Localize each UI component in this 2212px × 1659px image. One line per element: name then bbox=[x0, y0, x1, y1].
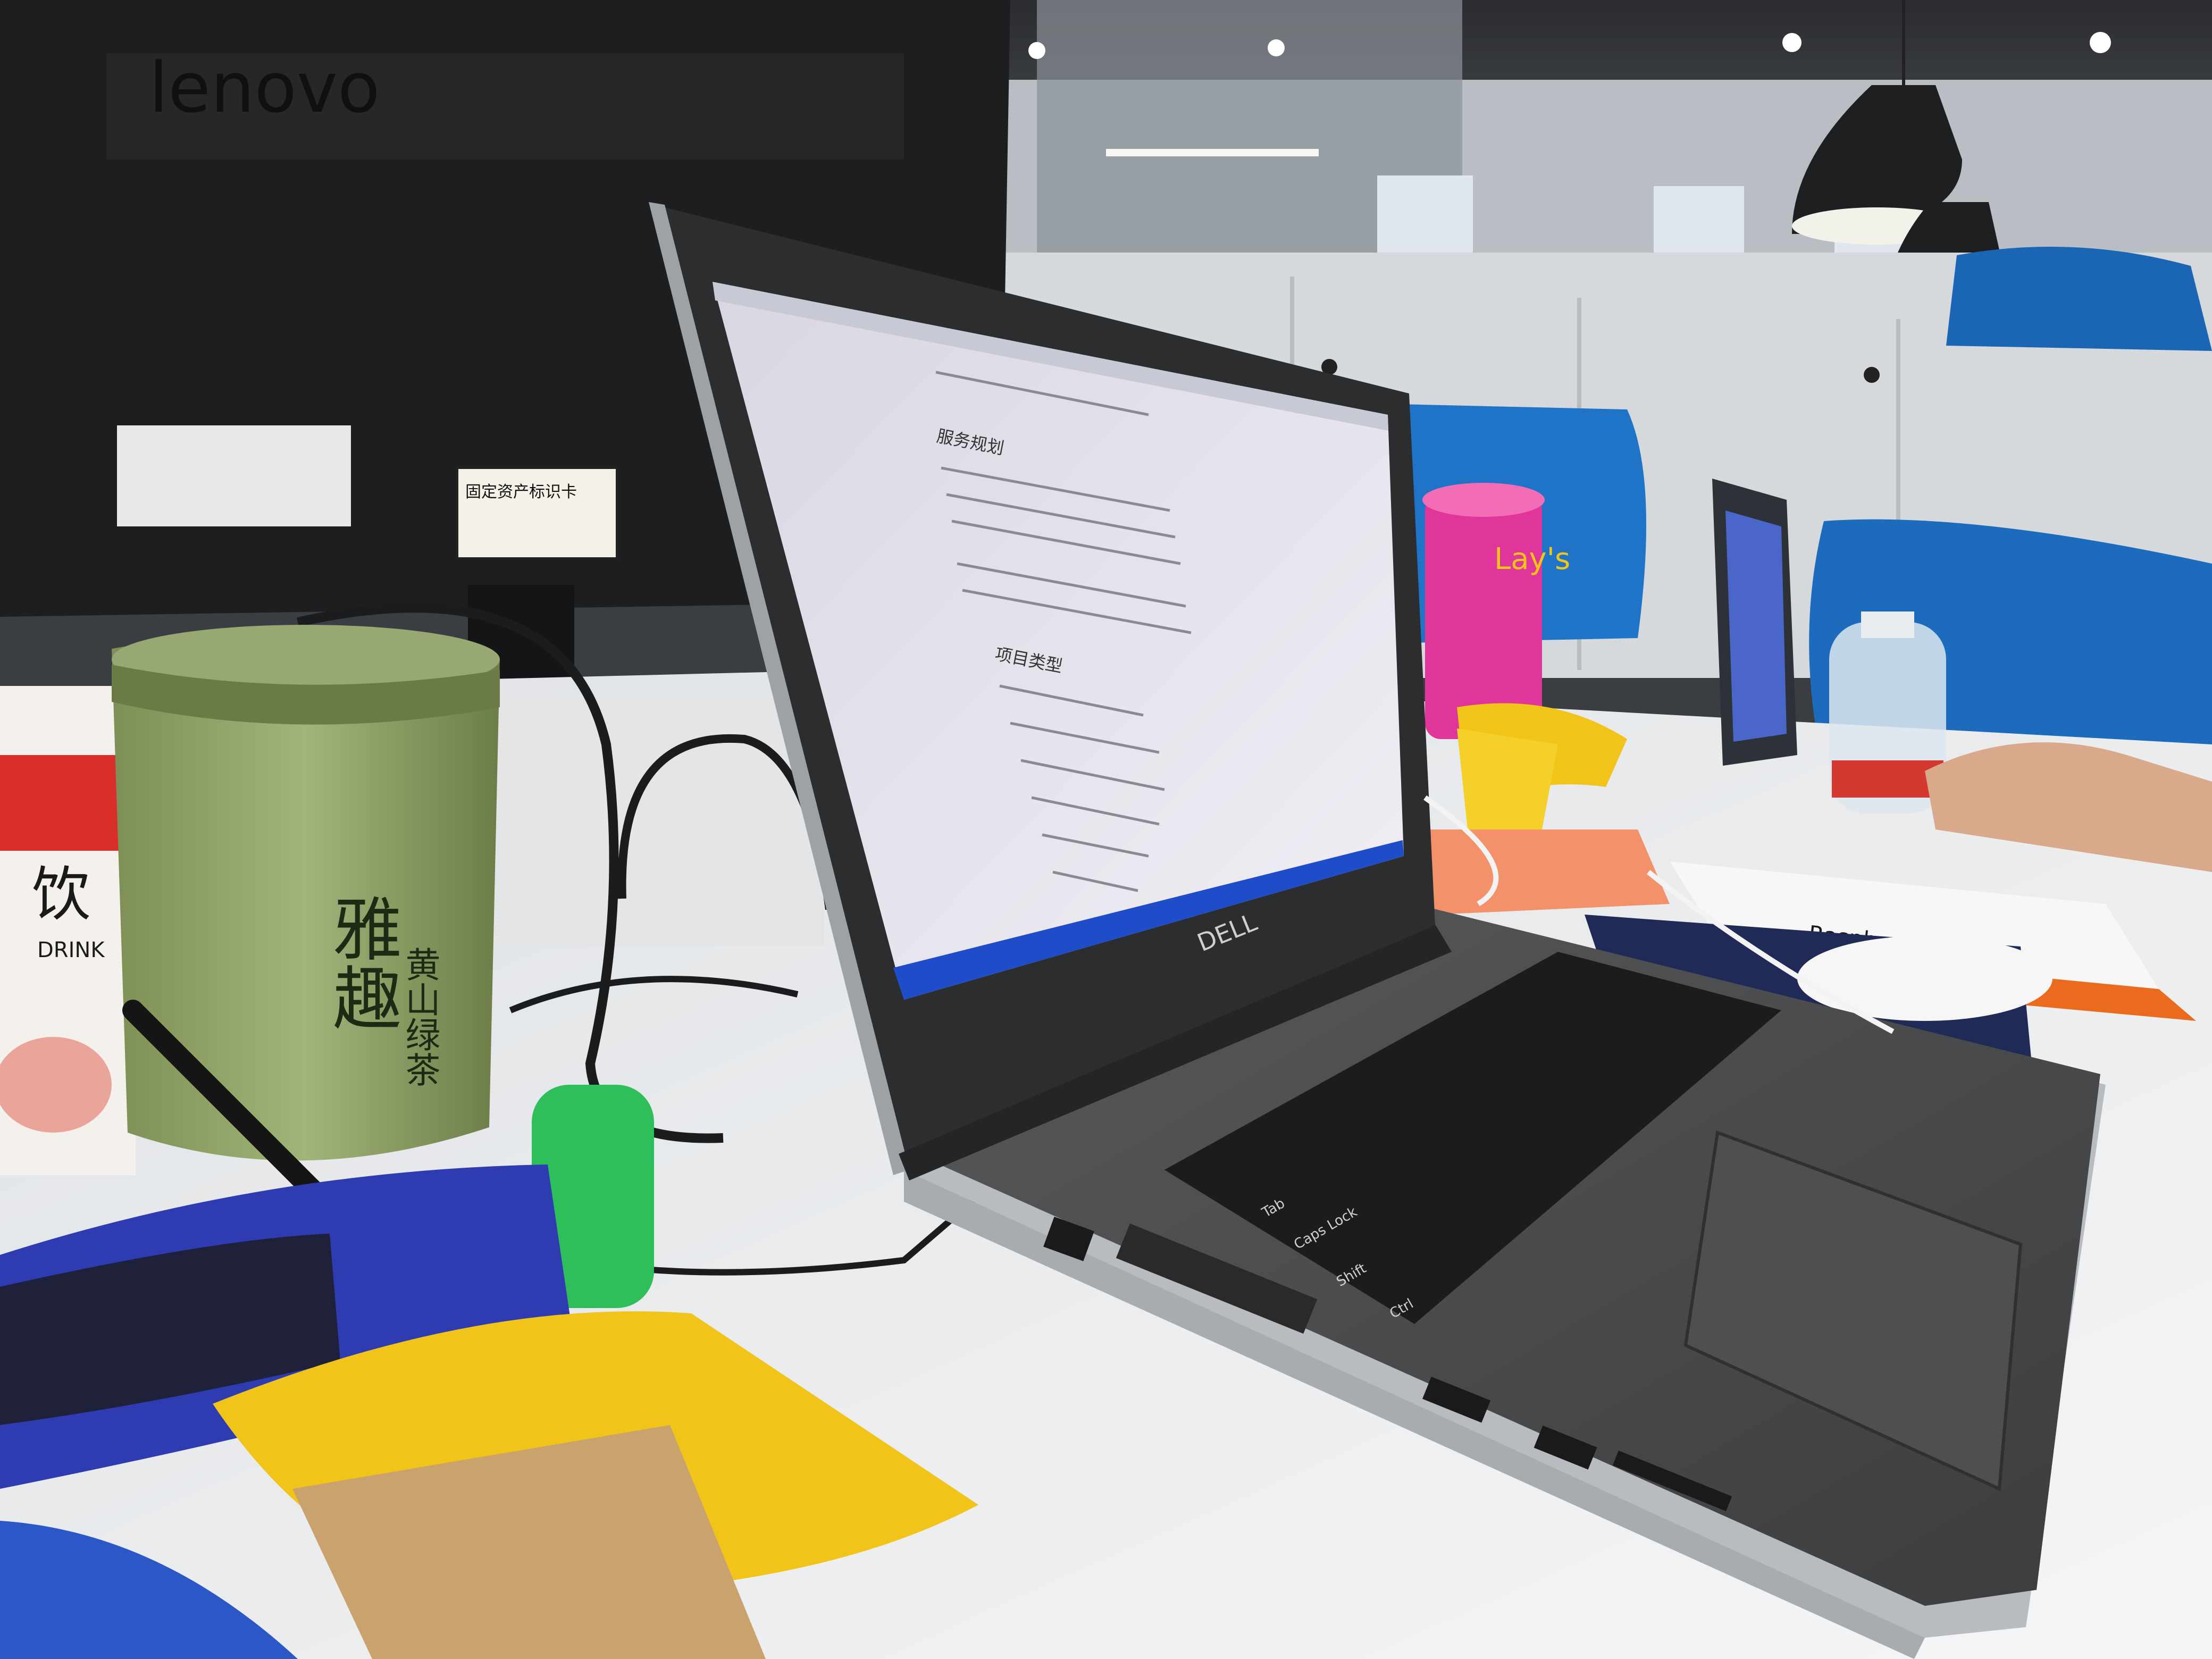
chip-bag bbox=[1457, 728, 1558, 830]
ceiling-light-icon bbox=[1028, 42, 1045, 59]
tea-tin-subname: 黄山绿茶 bbox=[400, 946, 441, 1087]
photo-scene: lenovo 固定资产标识卡 饮 DRINK 雅趣 黄山绿茶 Lay's Ras… bbox=[0, 0, 2212, 1659]
ceiling-light-icon bbox=[1782, 33, 1802, 52]
drink-carton-text: 饮 bbox=[32, 860, 90, 928]
ceiling-light-icon bbox=[1268, 39, 1285, 56]
pringles-can bbox=[1425, 495, 1542, 739]
asset-tag bbox=[456, 467, 618, 559]
chips-brand: Lay's bbox=[1494, 542, 1570, 576]
asset-tag-title: 固定资产标识卡 bbox=[465, 483, 577, 501]
mouse bbox=[1797, 936, 2052, 1021]
ceiling-light-icon bbox=[2090, 32, 2111, 53]
monitor-label-sticker bbox=[117, 425, 351, 526]
drink-carton-sub: DRINK bbox=[37, 938, 105, 962]
tea-tin-name: 雅趣 bbox=[321, 893, 402, 1032]
ceiling-light-strip bbox=[1106, 149, 1319, 156]
blue-cushion bbox=[1946, 247, 2212, 351]
desk-cabinet bbox=[495, 697, 824, 946]
monitor-brand: lenovo bbox=[149, 47, 380, 128]
orange-notebook bbox=[1409, 830, 1670, 915]
